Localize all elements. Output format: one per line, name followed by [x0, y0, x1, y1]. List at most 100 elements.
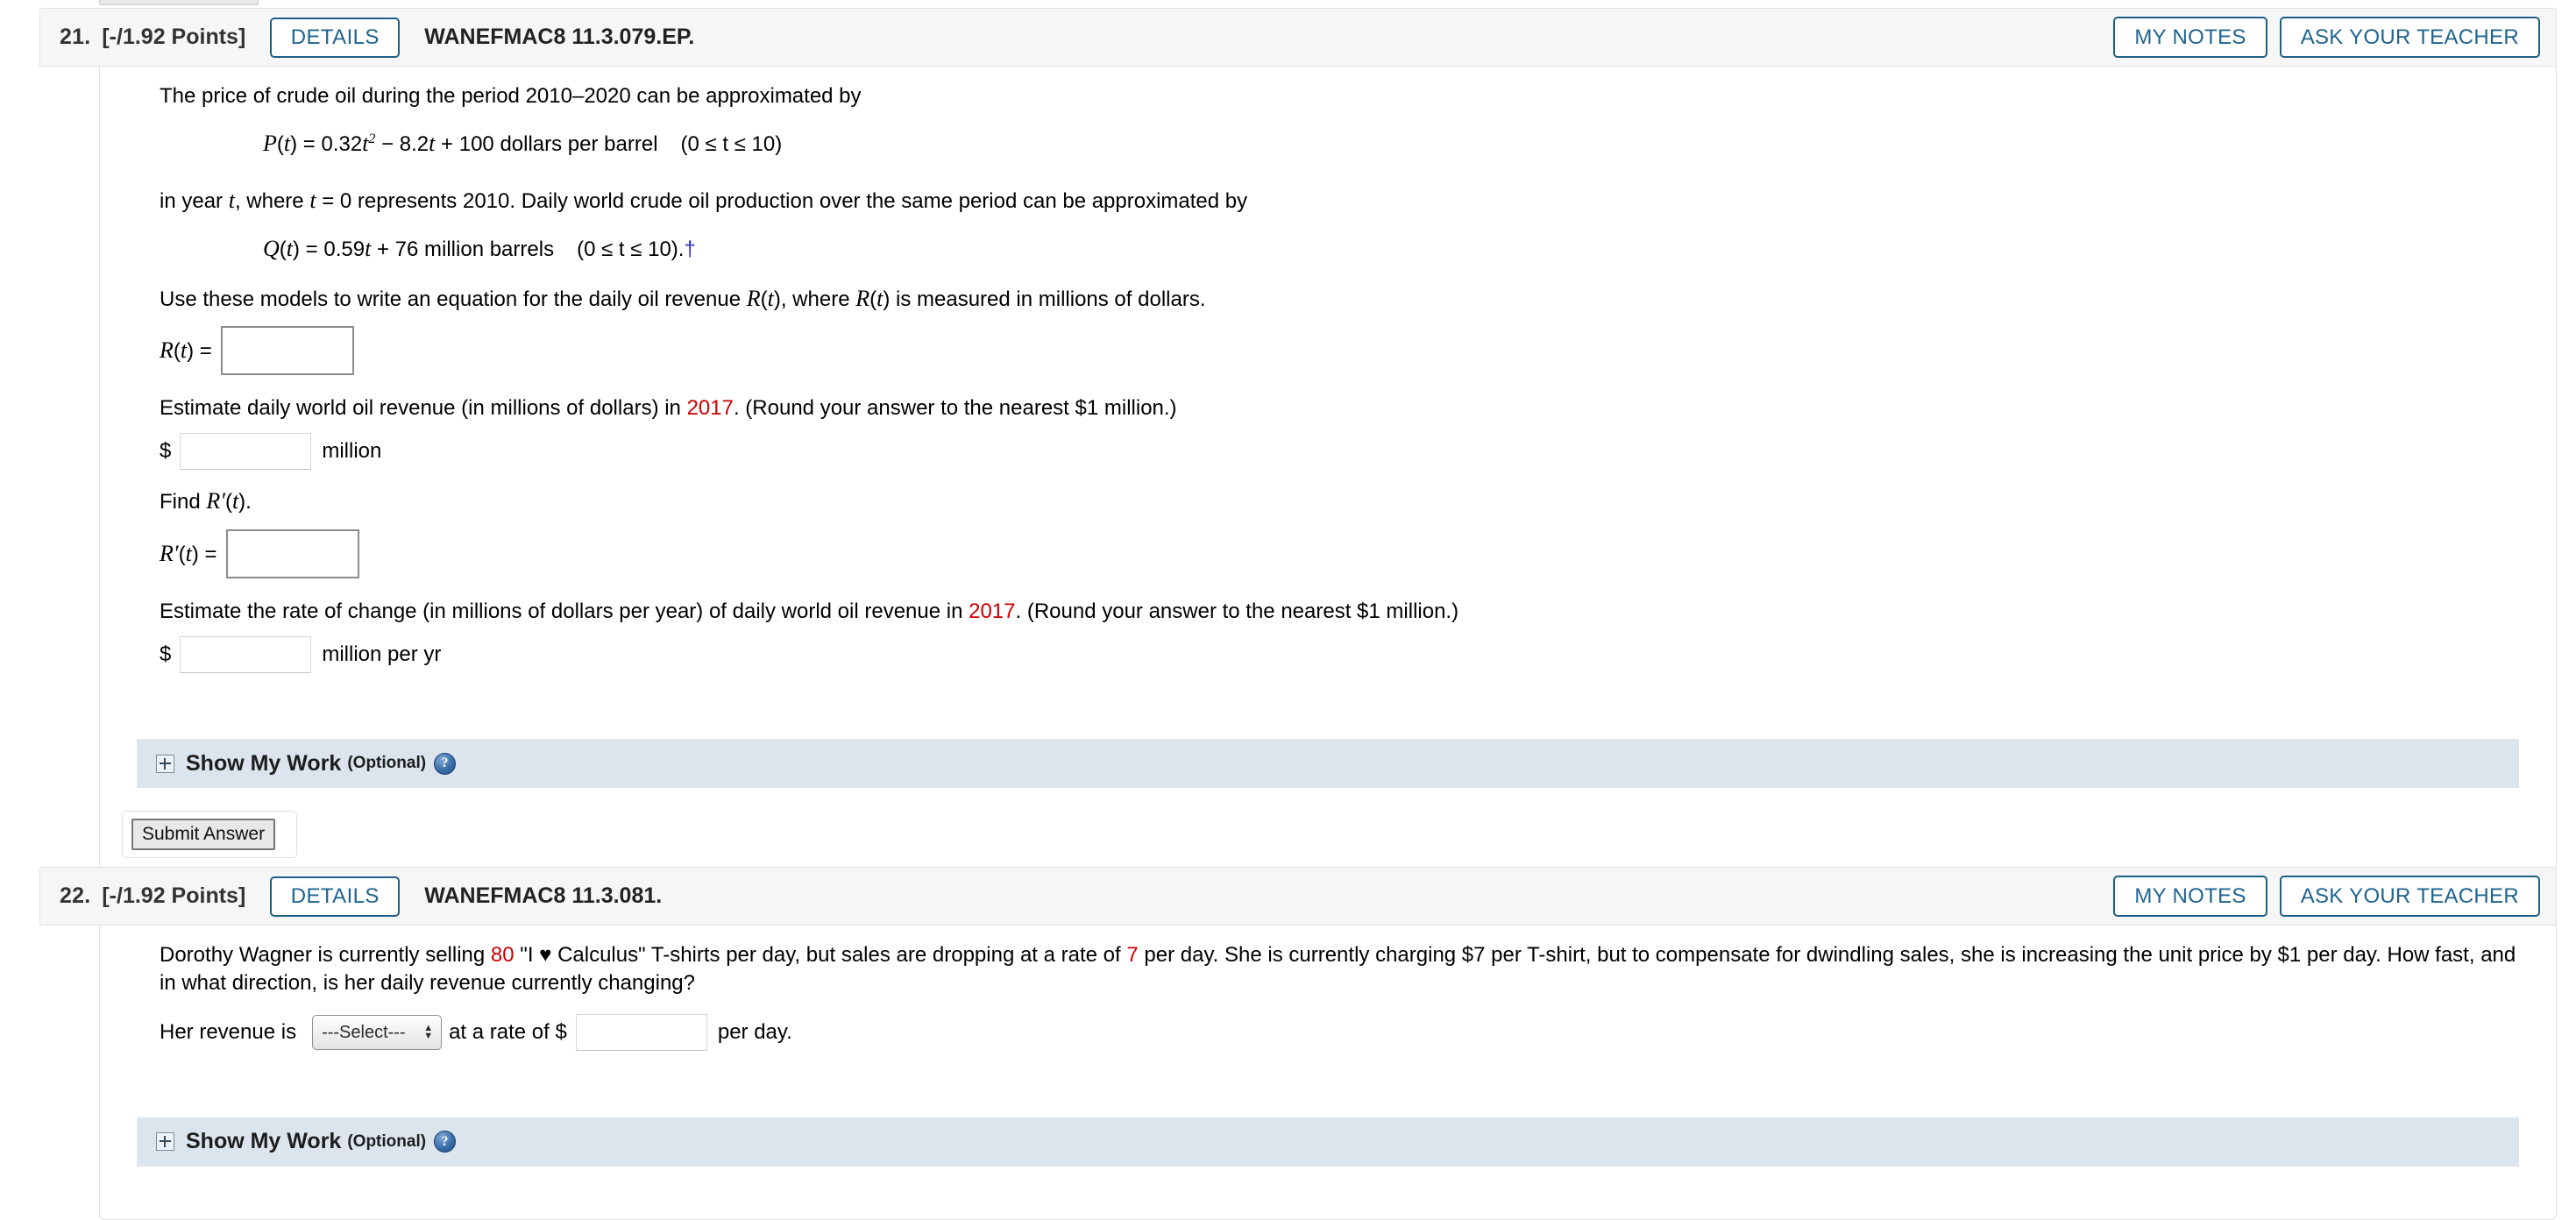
formula-q-body-a: = 0.59 — [300, 238, 365, 262]
question-body-22: Dorothy Wagner is currently selling 80 "… — [99, 926, 2557, 1220]
use-models-text: Use these models to write an equation fo… — [160, 285, 1206, 311]
question-number: 22. — [60, 883, 91, 908]
rprime-label: R′(t) = — [160, 540, 217, 566]
rprime-input[interactable] — [225, 528, 359, 578]
estimate-1-unit: million — [322, 439, 382, 464]
question-block-21: 21. [-/1.92 Points] DETAILS WANEFMAC8 11… — [39, 8, 2557, 872]
previous-question-cutoff — [99, 0, 259, 5]
q22-rate-input[interactable] — [575, 1013, 707, 1051]
estimate-2-input[interactable] — [180, 636, 312, 674]
footnote-dagger-link[interactable]: † — [684, 238, 695, 261]
question-code: WANEFMAC8 11.3.081. — [424, 883, 663, 908]
q22-quantity: 80 — [490, 943, 514, 967]
show-my-work-optional-label: (Optional) — [347, 754, 427, 773]
my-notes-button[interactable]: MY NOTES — [2113, 17, 2267, 58]
estimate-1-a: Estimate daily world oil revenue (in mil… — [160, 395, 687, 420]
q22-answer-mid: at a rate of $ — [449, 1019, 567, 1044]
formula-p-body-a: = 0.32 — [297, 132, 363, 157]
rprime-label-eq: = — [198, 542, 217, 566]
question-body-21: The price of crude oil during the period… — [99, 67, 2557, 872]
estimate-2-year: 2017 — [969, 599, 1016, 623]
use-models-a: Use these models to write an equation fo… — [160, 287, 747, 311]
help-question-icon[interactable]: ? — [434, 752, 457, 775]
estimate-2-a: Estimate the rate of change (in millions… — [160, 599, 969, 623]
submit-answer-button[interactable]: Submit Answer — [131, 819, 276, 851]
question-number: 21. — [60, 25, 91, 49]
mid-var2: t — [309, 187, 316, 213]
show-my-work-label: Show My Work — [186, 750, 342, 776]
mid-text: in year t, where t = 0 represents 2010. … — [160, 185, 2533, 216]
estimate-2-answer-row: $ million per yr — [160, 636, 2533, 674]
ask-your-teacher-button[interactable]: ASK YOUR TEACHER — [2279, 876, 2540, 917]
show-my-work-bar-21[interactable]: Show My Work (Optional) ? — [137, 739, 2519, 789]
formula-p-domain: (0 ≤ t ≤ 10) — [680, 132, 783, 157]
rt-var-1: t — [767, 285, 774, 311]
rt-label-eq: = — [194, 338, 212, 363]
mid-text-b: , where — [234, 188, 310, 213]
find-b: ). — [238, 490, 252, 514]
details-button[interactable]: DETAILS — [270, 17, 401, 58]
formula-q-fn: Q — [263, 236, 280, 262]
rprime-answer-row: R′(t) = — [160, 528, 2533, 578]
formula-p-fn: P — [263, 131, 277, 157]
expand-plus-icon[interactable] — [156, 754, 174, 773]
estimate-1-b: . (Round your answer to the nearest $1 m… — [733, 395, 1177, 420]
rt-label-fn: R — [160, 337, 174, 363]
rt-symbol-1: R — [746, 285, 761, 311]
estimate-1-dollar-sign: $ — [160, 439, 172, 464]
formula-q-body-b: + 76 million barrels — [371, 238, 555, 262]
question-points: [-/1.92 Points] — [102, 883, 246, 908]
rt-label: R(t) = — [160, 337, 212, 363]
submit-answer-container: Submit Answer — [122, 811, 297, 859]
my-notes-button[interactable]: MY NOTES — [2113, 876, 2267, 917]
question-block-22: 22. [-/1.92 Points] DETAILS WANEFMAC8 11… — [39, 867, 2557, 1220]
rt-answer-row: R(t) = — [160, 325, 2533, 375]
mid-text-a: in year — [160, 188, 229, 213]
details-button[interactable]: DETAILS — [270, 876, 401, 917]
find-rprime-text: Find R′(t). — [160, 488, 252, 514]
show-my-work-bar-22[interactable]: Show My Work (Optional) ? — [137, 1117, 2519, 1167]
mid-var1: t — [228, 187, 235, 213]
expand-plus-icon[interactable] — [156, 1132, 174, 1152]
q22-answer-suffix: per day. — [717, 1019, 792, 1044]
use-models-d: is measured in millions of dollars. — [890, 287, 1206, 311]
question-22-text: Dorothy Wagner is currently selling 80 "… — [160, 941, 2533, 998]
formula-p-body-b: − 8.2 — [375, 132, 429, 157]
formula-price: P(t) = 0.32t2 − 8.2t + 100 dollars per b… — [263, 131, 783, 157]
rprime-label-var: t — [185, 540, 192, 566]
direction-select-wrapper[interactable]: ---Select--- ▲ ▼ — [312, 1014, 443, 1050]
question-header-21: 21. [-/1.92 Points] DETAILS WANEFMAC8 11… — [39, 8, 2557, 67]
q22-body-a: Dorothy Wagner is currently selling — [160, 943, 491, 967]
question-header-22: 22. [-/1.92 Points] DETAILS WANEFMAC8 11… — [39, 867, 2557, 926]
direction-select[interactable]: ---Select--- — [312, 1014, 443, 1050]
formula-q-domain: (0 ≤ t ≤ 10). — [577, 238, 685, 262]
estimate-2-dollar-sign: $ — [160, 642, 172, 667]
formula-q-var1: t — [286, 236, 294, 262]
show-my-work-optional-label: (Optional) — [347, 1131, 427, 1151]
use-models-b: ( — [760, 287, 768, 311]
estimate-1-year: 2017 — [686, 395, 734, 420]
q22-answer-row: Her revenue is ---Select--- ▲ ▼ at a rate… — [160, 1013, 2533, 1051]
rt-input[interactable] — [220, 325, 354, 375]
header-actions: MY NOTES ASK YOUR TEACHER — [2113, 876, 2540, 917]
question-code: WANEFMAC8 11.3.079.EP. — [424, 25, 695, 49]
show-my-work-label: Show My Work — [186, 1129, 342, 1154]
estimate-1-answer-row: $ million — [160, 433, 2533, 471]
formula-p-body-c: + 100 dollars per barrel — [435, 132, 658, 157]
estimate-2-b: . (Round your answer to the nearest $1 m… — [1015, 599, 1459, 623]
q22-answer-prefix: Her revenue is — [160, 1019, 297, 1044]
estimate-2-text: Estimate the rate of change (in millions… — [160, 598, 2533, 626]
ask-your-teacher-button[interactable]: ASK YOUR TEACHER — [2279, 17, 2540, 58]
formula-production: Q(t) = 0.59t + 76 million barrels (0 ≤ t … — [263, 236, 696, 262]
estimate-2-unit: million per yr — [322, 642, 442, 667]
mid-text-c: = 0 represents 2010. Daily world crude o… — [316, 188, 1248, 213]
rprime-symbol: R′ — [206, 488, 225, 514]
rprime-label-fn: R′ — [160, 540, 179, 566]
help-question-icon[interactable]: ? — [434, 1131, 457, 1153]
find-a: Find — [160, 490, 207, 514]
q22-rate: 7 — [1126, 943, 1139, 967]
rt-symbol-2: R — [855, 285, 870, 311]
estimate-1-input[interactable] — [180, 433, 312, 471]
header-actions: MY NOTES ASK YOUR TEACHER — [2113, 17, 2540, 58]
question-points: [-/1.92 Points] — [102, 25, 246, 49]
